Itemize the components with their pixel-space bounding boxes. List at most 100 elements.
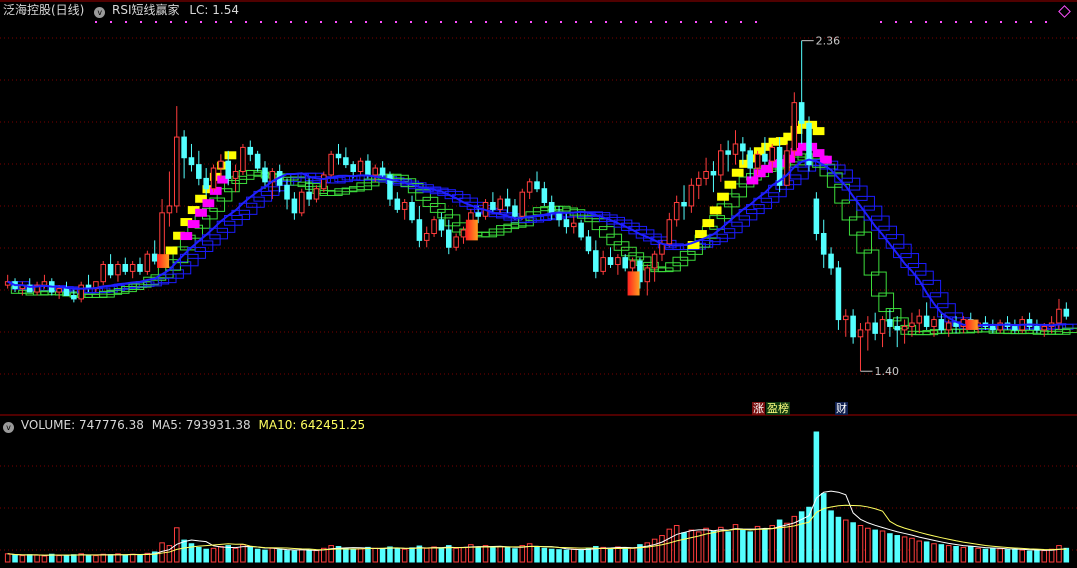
candle-body	[173, 136, 180, 207]
volume-bar	[1004, 549, 1011, 563]
candle-body	[181, 136, 187, 159]
stock-name[interactable]: 泛海控股(日线)	[3, 3, 84, 17]
volume-bar	[497, 545, 504, 563]
signal-dot	[1030, 21, 1032, 23]
volume-bar	[225, 545, 232, 563]
signal-dot	[95, 21, 97, 23]
candle-body	[894, 325, 901, 331]
candle-body	[431, 219, 437, 234]
volume-bar	[365, 546, 371, 563]
candle-body	[379, 167, 386, 176]
indicator-name[interactable]: RSI短线赢家	[112, 3, 180, 17]
signal-dot	[605, 21, 607, 23]
candle-body	[423, 232, 430, 241]
magenta-band-block	[820, 155, 832, 164]
volume-menu-icon[interactable]: v	[3, 422, 14, 433]
candle-body	[159, 212, 165, 262]
signal-dot	[530, 21, 532, 23]
ma10-label: MA10:	[258, 418, 297, 432]
volume-bar	[563, 549, 570, 563]
volume-bar	[210, 547, 217, 563]
volume-bar	[306, 549, 312, 563]
yellow-band-block	[709, 206, 722, 215]
candle-body	[747, 150, 753, 169]
volume-bar	[901, 536, 908, 563]
candle-body	[188, 157, 195, 166]
yellow-band-block	[165, 246, 178, 255]
signal-dot	[940, 21, 942, 23]
candle-body	[784, 150, 790, 186]
volume-bar	[784, 522, 790, 563]
signal-dot	[410, 21, 412, 23]
yingbang-marker[interactable]: 盈榜	[766, 402, 790, 415]
candle-body	[1056, 308, 1062, 324]
candle-body	[1041, 325, 1048, 331]
volume-bar	[12, 554, 18, 563]
signal-dot	[545, 21, 547, 23]
chart-canvas[interactable]: 2.36 1.40	[0, 0, 1077, 568]
signal-dot	[880, 21, 882, 23]
volume-bar	[754, 525, 761, 563]
candle-body	[372, 167, 379, 176]
candle-body	[879, 319, 886, 334]
candle-body	[600, 257, 606, 272]
volume-bar	[137, 554, 143, 563]
volume-bar	[276, 549, 283, 563]
volume-bar	[350, 549, 356, 563]
signal-dot	[365, 21, 367, 23]
signal-dot	[725, 21, 727, 23]
volume-bar	[556, 549, 562, 563]
zhang-marker[interactable]: 涨	[752, 402, 765, 415]
indicator-lc-value: 1.54	[212, 3, 240, 17]
candle-body	[695, 177, 702, 186]
volume-bar	[504, 546, 511, 563]
candle-body	[284, 184, 290, 200]
volume-bar	[850, 522, 856, 563]
signal-dot	[1045, 21, 1047, 23]
candle-body	[453, 236, 459, 248]
volume-bar	[732, 524, 739, 563]
volume-bar	[218, 545, 224, 563]
candle-body	[321, 174, 327, 190]
highlight-block	[965, 319, 978, 330]
high-label: 2.36	[816, 35, 841, 48]
candle-body	[901, 325, 908, 331]
signal-dot	[895, 21, 897, 23]
candle-body	[122, 263, 129, 272]
volume-bar	[960, 546, 967, 563]
volume-value: 747776.38	[78, 418, 144, 432]
volume-bar	[460, 546, 467, 563]
candle-body	[754, 153, 761, 169]
candle-body	[210, 167, 217, 190]
volume-bar	[541, 547, 548, 563]
volume-bar	[865, 527, 871, 563]
volume-bar	[85, 554, 92, 563]
candle-body	[490, 202, 496, 210]
volume-bar	[842, 519, 849, 563]
indicator-menu-icon[interactable]: v	[94, 7, 106, 18]
candle-body	[41, 281, 48, 286]
candle-body	[710, 171, 717, 176]
volume-bar	[357, 548, 364, 563]
rsi-bands	[165, 120, 832, 255]
volume-bar	[688, 529, 695, 563]
volume-bar	[894, 535, 901, 563]
volume-bar	[725, 531, 731, 563]
signal-dot	[635, 21, 637, 23]
volume-bar	[607, 547, 614, 563]
signal-dot	[155, 21, 157, 23]
candle-body	[659, 243, 665, 255]
volume-bar	[475, 546, 481, 563]
volume-bars	[4, 431, 1070, 563]
volume-bar	[196, 546, 202, 563]
candle-body	[519, 191, 526, 217]
candle-body	[842, 315, 849, 321]
cai-marker[interactable]: 财	[835, 402, 848, 415]
volume-bar	[835, 516, 842, 563]
signal-dot	[680, 21, 682, 23]
volume-bar	[1041, 550, 1048, 563]
volume-bar	[710, 530, 717, 563]
volume-bar	[423, 547, 430, 563]
highlight-block	[627, 271, 640, 296]
volume-bar	[600, 546, 606, 563]
